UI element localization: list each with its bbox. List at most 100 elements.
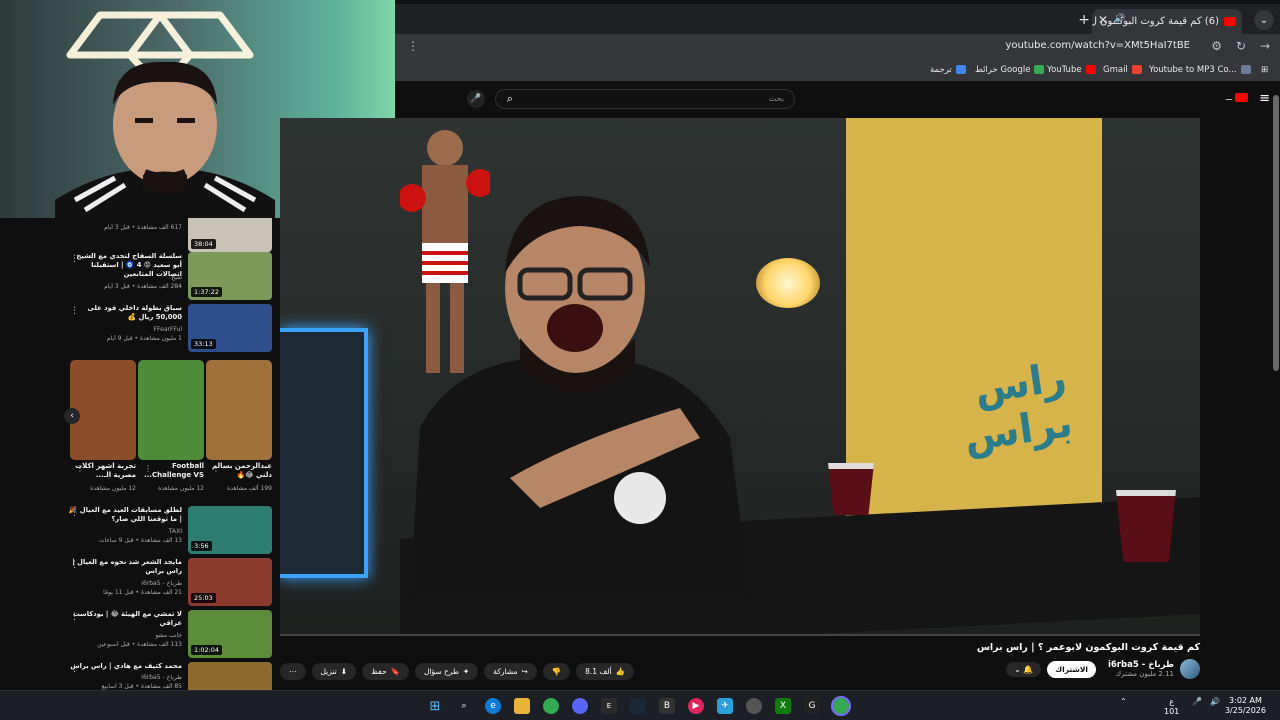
more-icon[interactable]: ⋮ bbox=[70, 560, 79, 570]
speaker-icon[interactable]: 🔊 bbox=[1114, 14, 1125, 24]
volume-icon[interactable]: 🔊 bbox=[1210, 697, 1220, 707]
back-icon[interactable]: → bbox=[1260, 39, 1270, 53]
video-player[interactable]: راس براس bbox=[280, 118, 1200, 635]
share-icon: ↪ bbox=[521, 666, 528, 676]
discord-icon[interactable] bbox=[572, 698, 588, 714]
url-field[interactable]: youtube.com/watch?v=XMt5HaI7tBE bbox=[1005, 40, 1190, 51]
clock[interactable]: 3:02 AM 3/25/2026 bbox=[1225, 696, 1266, 717]
epic-games-icon[interactable]: E bbox=[601, 698, 617, 714]
tab-search-button[interactable]: ⌄ bbox=[1254, 10, 1274, 30]
video-thumbnail[interactable]: 1:02:04 bbox=[188, 610, 272, 658]
search-icon[interactable]: ⌕ bbox=[456, 698, 472, 714]
app-g-icon[interactable]: G bbox=[804, 698, 820, 714]
youtube-logo[interactable]: ـــ bbox=[1226, 93, 1248, 102]
mic-tray-icon[interactable]: 🎤 bbox=[1192, 697, 1202, 707]
scrollbar-thumb[interactable] bbox=[1273, 95, 1279, 371]
browser-tab-bar: (6) كم قيمة كروت البوكمون ل... 🔊 ✕ + ⌄ bbox=[395, 0, 1280, 34]
short-thumbnail[interactable] bbox=[138, 360, 204, 460]
list-item[interactable]: 38:04 617 ألف مشاهدة • قبل 3 أيام bbox=[60, 218, 272, 252]
like-button[interactable]: 8.1 ألف 👍 bbox=[576, 662, 634, 680]
bookmark-label: خرائط Google bbox=[975, 65, 1031, 75]
search-icon[interactable]: ⌕ bbox=[495, 89, 525, 109]
telegram-icon[interactable]: ✈ bbox=[717, 698, 733, 714]
video-title: لا تمشي مع الهيئة 😂 | بودكاست عراقي bbox=[72, 610, 182, 628]
ask-button[interactable]: طرح سؤال ✦ bbox=[414, 662, 479, 680]
more-icon[interactable]: ⋮ bbox=[70, 612, 79, 622]
video-actions: ⋯ تنزيل ⬇ حفظ 🔖 طرح سؤال ✦ مشاركة ↪ 👎 8.1 أل… bbox=[280, 660, 634, 682]
channel-info: طرباخ - i6rba5 2.11 مليون مشترك bbox=[1108, 660, 1174, 678]
app-icon[interactable] bbox=[746, 698, 762, 714]
tab-close-icon[interactable]: ✕ bbox=[1098, 13, 1108, 27]
video-progress-bar[interactable] bbox=[280, 634, 1200, 636]
dislike-button[interactable]: 👎 bbox=[542, 662, 571, 680]
apps-grid-icon[interactable]: ⊞ bbox=[1261, 65, 1268, 75]
chrome-icon[interactable] bbox=[543, 698, 559, 714]
list-item[interactable]: 1:02:04 لا تمشي مع الهيئة 😂 | بودكاست عر… bbox=[60, 610, 272, 658]
duration-badge: 1:37:22 bbox=[191, 287, 223, 297]
notification-bell-button[interactable]: 🔔 ⌄ bbox=[1006, 661, 1042, 677]
tray-lang[interactable]: ع 101 bbox=[1164, 697, 1179, 716]
menu-dots-icon[interactable]: ⋮ bbox=[407, 39, 419, 53]
video-meta: 21 ألف مشاهدة • قبل 11 يومًا bbox=[103, 589, 182, 596]
short-thumbnail[interactable] bbox=[70, 360, 136, 460]
short-views: 199 ألف مشاهدة bbox=[227, 485, 272, 492]
bookmark-maps[interactable]: خرائط Google bbox=[975, 65, 1045, 75]
bookmark-favicon-icon bbox=[1034, 65, 1045, 74]
new-tab-button[interactable]: + bbox=[1078, 12, 1090, 28]
page-scrollbar[interactable] bbox=[1272, 83, 1280, 690]
more-icon[interactable]: ⋮ bbox=[70, 664, 79, 674]
temp-label: 101 bbox=[1164, 706, 1180, 716]
more-icon[interactable]: ⋮ bbox=[144, 464, 152, 473]
more-icon[interactable]: ⋮ bbox=[70, 306, 79, 316]
video-thumbnail[interactable]: 25:03 bbox=[188, 558, 272, 606]
lang-label: ع bbox=[1169, 697, 1175, 706]
bookmark-gmail[interactable]: Gmail bbox=[1103, 65, 1142, 75]
reload-icon[interactable]: ↻ bbox=[1236, 39, 1246, 53]
short-thumbnail[interactable] bbox=[206, 360, 272, 460]
bookmark-youtube[interactable]: YouTube bbox=[1047, 65, 1096, 75]
menu-icon[interactable]: ≡ bbox=[1259, 91, 1270, 106]
steam-icon[interactable] bbox=[630, 698, 646, 714]
battlenet-icon[interactable]: B bbox=[659, 698, 675, 714]
media-player-icon[interactable]: ▶ bbox=[688, 698, 704, 714]
tray-chevron-icon[interactable]: ⌃ bbox=[1120, 697, 1127, 707]
more-icon[interactable]: ⋮ bbox=[76, 464, 84, 473]
bookmark-yt-mp3[interactable]: Youtube to MP3 Co... bbox=[1149, 65, 1251, 75]
edge-icon[interactable]: e bbox=[485, 698, 501, 714]
mic-icon[interactable]: 🎤 bbox=[467, 90, 485, 108]
save-label: حفظ bbox=[371, 666, 387, 676]
chrome-active-icon[interactable] bbox=[831, 696, 851, 716]
bookmark-translate[interactable]: ترجمة bbox=[930, 65, 966, 75]
channel-avatar[interactable] bbox=[1180, 659, 1200, 679]
more-icon[interactable]: ⋮ bbox=[70, 254, 79, 264]
list-item[interactable]: 1:37:22 سلسلة السفاح لتحدي مع الشيخ أبو … bbox=[60, 252, 272, 300]
share-button[interactable]: مشاركة ↪ bbox=[484, 662, 537, 680]
download-button[interactable]: تنزيل ⬇ bbox=[311, 662, 357, 680]
video-thumbnail[interactable]: 33:13 bbox=[188, 304, 272, 352]
video-thumbnail[interactable] bbox=[188, 662, 272, 690]
browser-tab-active[interactable]: (6) كم قيمة كروت البوكمون ل... 🔊 ✕ bbox=[1092, 9, 1242, 34]
like-count: 8.1 ألف bbox=[585, 666, 612, 676]
list-item[interactable]: 33:13 سباق بطولة داخلي فود على 50,000 ري… bbox=[60, 304, 272, 352]
shorts-prev-button[interactable]: ‹ bbox=[64, 408, 80, 424]
more-icon[interactable]: ⋮ bbox=[70, 508, 79, 518]
file-explorer-icon[interactable] bbox=[514, 698, 530, 714]
xbox-icon[interactable]: X bbox=[775, 698, 791, 714]
list-item[interactable]: 3:56 لطلق مسابقات العيد مع العيال 🎉 | ما… bbox=[60, 506, 272, 554]
start-icon[interactable]: ⊞ bbox=[427, 698, 443, 714]
save-button[interactable]: حفظ 🔖 bbox=[362, 662, 409, 680]
lamp-image bbox=[756, 258, 820, 308]
list-item[interactable]: محمد كثيف مع هادي | راس براس طرباخ - i6r… bbox=[60, 662, 272, 690]
video-thumbnail[interactable]: 38:04 bbox=[188, 218, 272, 252]
short-views: 12 مليون مشاهدة bbox=[90, 485, 136, 492]
more-actions-button[interactable]: ⋯ bbox=[280, 662, 306, 680]
address-bar: ⋮ youtube.com/watch?v=XMt5HaI7tBE ⚙ ↻ → bbox=[395, 34, 1280, 60]
video-thumbnail[interactable]: 1:37:22 bbox=[188, 252, 272, 300]
search-input[interactable]: بحث bbox=[495, 89, 795, 109]
subscribe-button[interactable]: الاشتراك bbox=[1047, 660, 1096, 678]
channel-name[interactable]: طرباخ - i6rba5 bbox=[1108, 660, 1174, 670]
video-thumbnail[interactable]: 3:56 bbox=[188, 506, 272, 554]
list-item[interactable]: 25:03 مايجد الشعر شد نحوه مع العيال | را… bbox=[60, 558, 272, 606]
site-settings-icon[interactable]: ⚙ bbox=[1211, 39, 1222, 53]
more-icon[interactable]: ⋮ bbox=[212, 464, 220, 473]
